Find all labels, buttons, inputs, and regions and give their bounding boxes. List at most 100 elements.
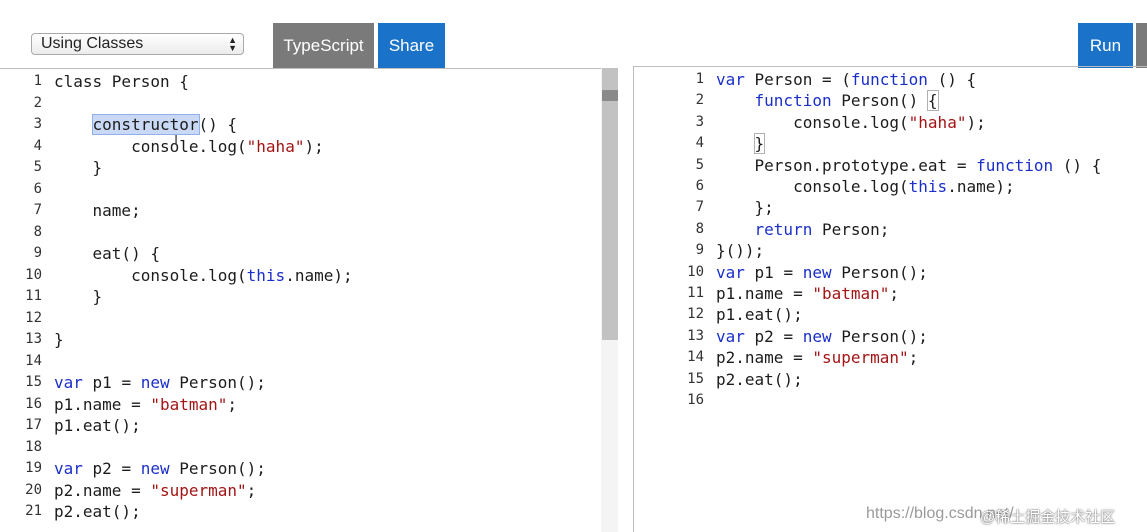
- code-token: p2 =: [82, 459, 141, 478]
- code-token: p2.eat();: [716, 369, 803, 389]
- toolbar-edge-button[interactable]: [1136, 23, 1147, 68]
- line-number: 12: [687, 306, 704, 323]
- text-cursor-icon: Ⅰ: [174, 133, 179, 149]
- line-number: 6: [33, 180, 42, 197]
- code-token: "batman": [150, 394, 228, 414]
- code-token: p1.name =: [54, 394, 151, 414]
- code-line: console.log("haha");: [54, 137, 324, 156]
- code-line: p2.name = "superman";: [54, 481, 256, 500]
- line-number: 8: [33, 223, 42, 240]
- line-number: 15: [687, 370, 704, 387]
- run-button[interactable]: Run: [1078, 23, 1133, 68]
- line-number: 5: [33, 159, 42, 175]
- code-token: return: [754, 219, 813, 239]
- line-number: 4: [33, 137, 42, 154]
- code-token: new: [802, 262, 832, 282]
- line-number: 10: [687, 263, 704, 280]
- line-number: 12: [25, 309, 42, 326]
- share-button[interactable]: Share: [378, 23, 445, 68]
- code-token: }: [54, 330, 64, 349]
- code-token: () {: [198, 115, 238, 134]
- example-select-value: Using Classes: [41, 35, 144, 52]
- code-token: () {: [1053, 155, 1102, 175]
- editor-scrollbar-marker: [602, 90, 618, 101]
- code-token: };: [716, 198, 774, 218]
- code-line: class Person {: [54, 72, 189, 91]
- code-token: );: [304, 136, 324, 156]
- line-number: 20: [25, 481, 42, 498]
- line-number: 13: [25, 331, 42, 347]
- code-token: () {: [927, 70, 977, 89]
- typescript-editor[interactable]: 1 class Person {2 3 constructor() {4 conso…: [0, 68, 618, 532]
- line-number: 21: [25, 503, 42, 519]
- code-line: function Person() {: [716, 90, 939, 112]
- code-token: console.log(: [54, 136, 247, 156]
- line-number: 14: [687, 349, 704, 366]
- line-number: 11: [687, 285, 704, 301]
- code-token: var: [716, 326, 745, 346]
- code-token: var: [54, 459, 83, 478]
- code-line: var Person = (function () {: [716, 70, 976, 89]
- code-token: p1 =: [744, 262, 803, 282]
- line-number: 18: [25, 438, 42, 455]
- code-line: }: [54, 330, 64, 349]
- code-line: eat() {: [54, 244, 160, 263]
- code-token: "haha": [246, 136, 305, 156]
- code-token: console.log(: [54, 265, 247, 285]
- line-number: 5: [695, 156, 704, 173]
- line-number: 16: [687, 392, 704, 408]
- code-line: Person.prototype.eat = function () {: [716, 155, 1102, 175]
- code-token: Person();: [169, 459, 266, 478]
- line-number: 11: [25, 288, 42, 304]
- line-number: 17: [25, 417, 42, 433]
- example-select[interactable]: Using Classes ▲ ▼: [31, 33, 244, 55]
- line-number: 2: [33, 94, 42, 111]
- typescript-button[interactable]: TypeScript: [273, 23, 374, 68]
- code-token: p2 =: [744, 326, 803, 346]
- line-number: 2: [695, 92, 704, 109]
- code-token: var: [716, 70, 745, 89]
- code-token: {: [926, 90, 939, 112]
- code-token: }());: [716, 241, 765, 261]
- line-number: 16: [25, 395, 42, 412]
- code-line: }: [716, 133, 766, 155]
- line-number: 7: [33, 202, 42, 218]
- code-line: };: [716, 198, 774, 217]
- code-token: function: [850, 70, 928, 89]
- line-number: 15: [25, 374, 42, 390]
- editor-scrollbar-thumb[interactable]: [602, 68, 618, 340]
- code-token: function: [976, 155, 1054, 175]
- code-line: console.log(this.name);: [54, 266, 353, 285]
- javascript-output[interactable]: 1 var Person = (function () {2 function P…: [633, 66, 1147, 532]
- code-line: }());: [716, 241, 764, 260]
- code-token: p2.eat();: [54, 502, 141, 521]
- code-token: this: [908, 177, 948, 196]
- code-token: constructor: [91, 114, 200, 135]
- code-line: console.log(this.name);: [716, 177, 1015, 196]
- code-line: p1.name = "batman";: [54, 395, 237, 414]
- code-token: p2.name =: [716, 348, 813, 368]
- code-line: p2.name = "superman";: [716, 348, 918, 367]
- line-number: 1: [33, 73, 42, 89]
- code-line: p1.eat();: [716, 305, 803, 324]
- code-token: var: [54, 373, 83, 392]
- code-line: }: [54, 287, 103, 306]
- code-line: p2.eat();: [54, 502, 141, 521]
- line-number: 14: [25, 352, 42, 369]
- code-token: "haha": [908, 112, 967, 132]
- code-token: p1 =: [82, 373, 141, 392]
- code-token: );: [966, 112, 986, 132]
- line-number: 9: [33, 245, 42, 261]
- code-token: .name);: [947, 177, 1015, 196]
- code-token: Person.prototype.eat =: [716, 155, 977, 175]
- code-line: var p1 = new Person();: [716, 263, 928, 282]
- code-token: }: [54, 158, 103, 177]
- code-token: "superman": [812, 348, 909, 368]
- line-number: 10: [25, 266, 42, 283]
- code-token: p1.eat();: [54, 416, 141, 435]
- watermark-site: @稀土掘金技术社区: [980, 509, 1116, 526]
- toolbar: Using Classes ▲ ▼ TypeScript Share Run: [0, 0, 1147, 68]
